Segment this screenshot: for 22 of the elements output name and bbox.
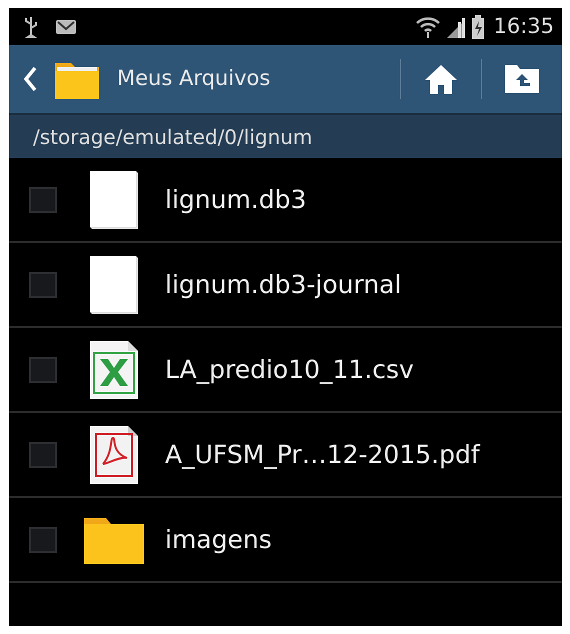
file-name[interactable]: lignum.db3-journal (165, 266, 402, 304)
home-icon (423, 63, 459, 95)
clock: 16:35 (493, 12, 554, 40)
back-icon (23, 66, 37, 92)
app-title: Meus Arquivos (117, 65, 270, 92)
wifi-icon (415, 14, 442, 38)
checkbox[interactable] (29, 442, 57, 468)
folder-icon (83, 516, 145, 564)
file-name[interactable]: A_UFSM_Pr…12-2015.pdf (165, 436, 480, 474)
usb-icon (23, 16, 39, 38)
signal-icon (445, 16, 468, 38)
file-name[interactable]: lignum.db3 (165, 180, 306, 218)
checkbox[interactable] (29, 186, 57, 212)
folder-path: /storage/emulated/0/lignum (33, 124, 312, 150)
checkbox[interactable] (29, 272, 57, 298)
file-name[interactable]: imagens (165, 520, 272, 558)
checkbox[interactable] (29, 356, 57, 382)
file-name[interactable]: LA_predio10_11.csv (165, 350, 414, 388)
battery-icon (471, 14, 486, 38)
checkbox[interactable] (29, 526, 57, 552)
folder-up-icon (504, 64, 540, 94)
mail-icon (55, 18, 77, 34)
